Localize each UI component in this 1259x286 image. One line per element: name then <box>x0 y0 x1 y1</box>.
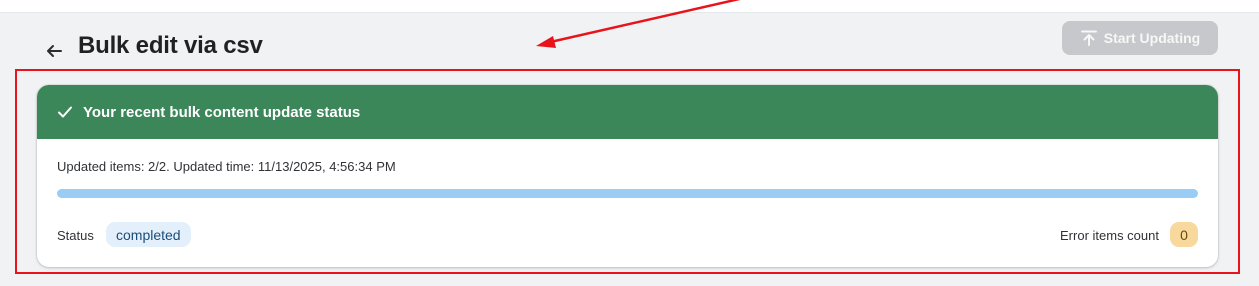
status-card: Your recent bulk content update status U… <box>37 85 1218 267</box>
page-background: Bulk edit via csv Start Updating Your re… <box>0 12 1259 286</box>
error-items-label: Error items count <box>1060 228 1159 243</box>
start-updating-button[interactable]: Start Updating <box>1062 21 1218 55</box>
arrow-left-icon <box>47 45 62 57</box>
status-card-title: Your recent bulk content update status <box>83 103 361 121</box>
progress-bar-fill <box>57 189 1198 198</box>
status-badge: completed <box>106 222 191 247</box>
checkmark-icon <box>58 106 72 118</box>
upload-icon <box>1080 30 1097 46</box>
updated-items-text: Updated items: 2/2. Updated time: 11/13/… <box>57 159 396 174</box>
progress-bar <box>57 189 1198 198</box>
status-card-header: Your recent bulk content update status <box>37 85 1218 139</box>
error-count-badge: 0 <box>1170 222 1198 247</box>
start-updating-label: Start Updating <box>1103 30 1201 46</box>
status-label: Status <box>57 228 94 243</box>
page-title: Bulk edit via csv <box>78 32 263 59</box>
back-button[interactable] <box>40 37 68 65</box>
